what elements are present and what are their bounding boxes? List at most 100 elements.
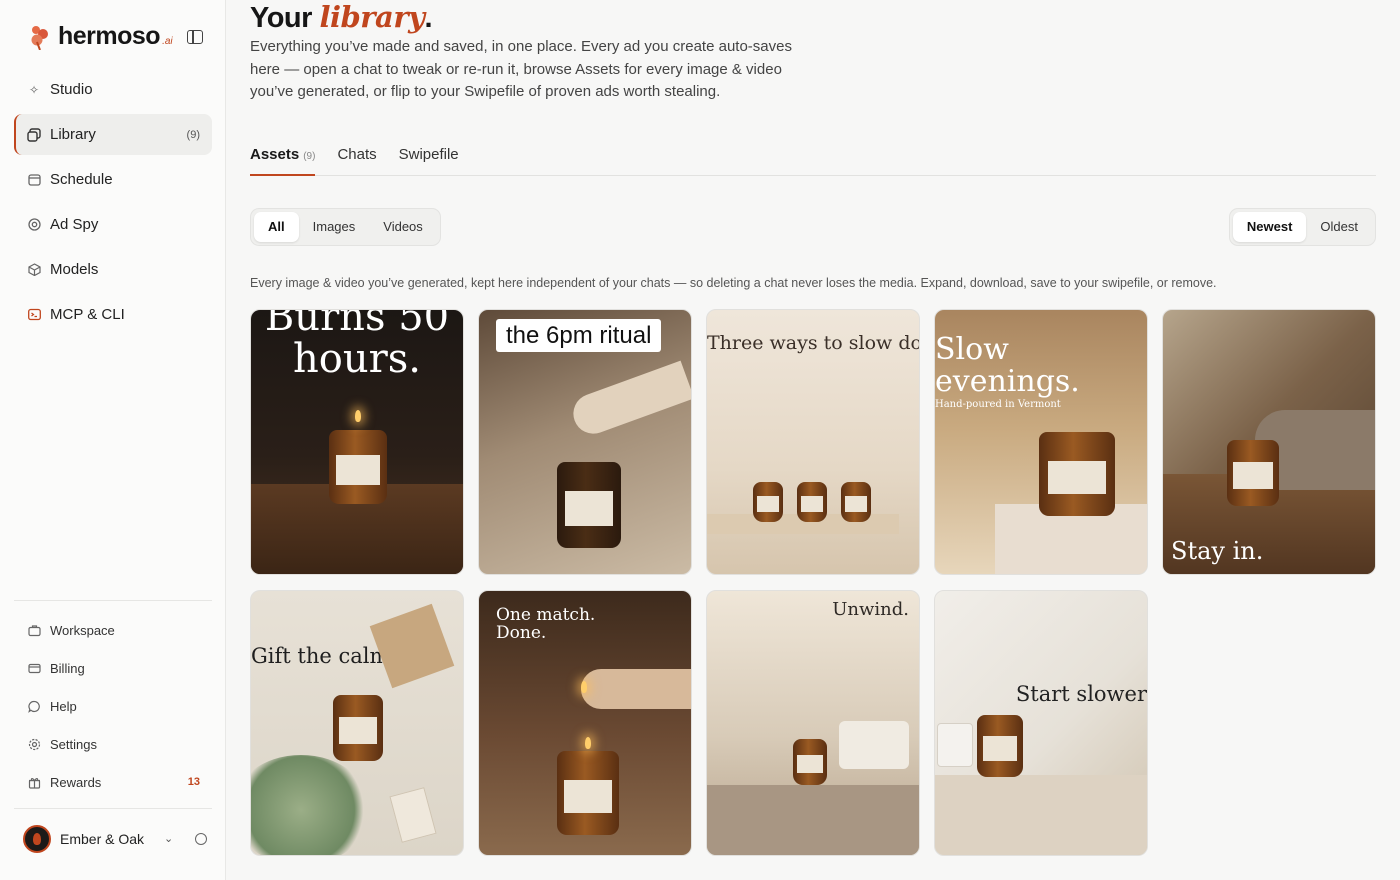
library-count-badge: (9) [186, 128, 200, 141]
asset-overlay-text: the 6pm ritual [496, 319, 662, 353]
candle-jar-icon [753, 482, 783, 522]
sidebar-toggle-icon[interactable] [187, 30, 203, 44]
main-nav: ✧ Studio Library (9) Schedule Ad Spy Mod… [14, 69, 212, 339]
nav-item-help[interactable]: Help [14, 687, 212, 725]
asset-card[interactable]: Burns 50 hours. [250, 309, 464, 575]
gift-icon [27, 775, 41, 789]
stone-ledge-shape [707, 785, 919, 855]
candle-jar-icon [977, 715, 1023, 777]
theme-toggle-icon[interactable] [195, 832, 208, 845]
nav-item-label: Schedule [50, 171, 113, 188]
filter-images-button[interactable]: Images [299, 212, 370, 242]
nav-item-label: Models [50, 261, 99, 278]
candle-jar-icon [793, 739, 827, 785]
chevron-down-icon[interactable]: ⌄ [164, 832, 173, 845]
filter-videos-button[interactable]: Videos [369, 212, 437, 242]
asset-overlay-text: Three ways to slow down [707, 332, 920, 354]
nav-item-label: Rewards [50, 774, 102, 790]
account-name: Ember & Oak [60, 830, 145, 847]
towels-shape [839, 721, 909, 769]
nav-item-models[interactable]: Models [14, 249, 212, 290]
title-prefix: Your [250, 2, 320, 34]
secondary-nav: Workspace Billing Help Settings Rewards [14, 611, 212, 801]
asset-card[interactable]: Stay in. [1162, 309, 1376, 575]
candle-jar-icon [797, 482, 827, 522]
title-suffix: . [424, 2, 433, 34]
candle-jar-icon [557, 751, 619, 835]
asset-card[interactable]: Slow evenings. Hand-poured in Vermont [934, 309, 1148, 575]
calendar-icon [27, 173, 41, 187]
tab-label: Assets [250, 146, 300, 163]
page-intro: Everything you’ve made and saved, in one… [250, 38, 792, 100]
target-icon [27, 218, 41, 232]
brand[interactable]: hermoso .ai [28, 22, 173, 51]
candle-jar-icon [841, 482, 871, 522]
asset-card[interactable]: the 6pm ritual [478, 309, 692, 575]
avatar [23, 824, 51, 853]
tab-label: Chats [337, 146, 377, 163]
nav-item-label: Studio [50, 81, 93, 98]
gear-icon [27, 737, 41, 751]
library-icon [27, 127, 41, 142]
tab-swipefile[interactable]: Swipefile [399, 146, 459, 176]
briefcase-icon [27, 623, 41, 637]
hand-shape [567, 360, 691, 440]
asset-overlay-text: Burns 50 hours. [264, 309, 450, 382]
nav-item-label: Library [50, 126, 96, 143]
asset-subline: Hand-poured in Vermont [935, 399, 1061, 410]
nav-item-label: Billing [50, 660, 85, 676]
table-surface [935, 775, 1147, 855]
rewards-count-badge: 13 [187, 776, 200, 788]
nav-item-billing[interactable]: Billing [14, 649, 212, 687]
sidebar-divider [14, 600, 212, 601]
type-filter: All Images Videos [250, 208, 441, 246]
credit-card-icon [27, 661, 41, 675]
page-title: Your library. [250, 0, 433, 35]
brand-name: hermoso [58, 22, 161, 50]
filter-all-button[interactable]: All [254, 212, 299, 242]
asset-card[interactable]: Gift the calm. [250, 590, 464, 856]
asset-card[interactable]: Unwind. [706, 590, 920, 856]
asset-overlay-text: One match. Done. [496, 605, 596, 643]
mug-shape [937, 723, 973, 767]
asset-overlay-text: Unwind. [832, 599, 909, 620]
brand-suffix: .ai [162, 36, 173, 47]
asset-overlay-text: Gift the calm. [251, 644, 397, 668]
sparkle-icon: ✧ [28, 82, 40, 97]
candle-jar-icon [333, 695, 383, 761]
account-switcher[interactable]: Ember & Oak ⌄ [14, 808, 212, 868]
asset-card[interactable]: Start slower [934, 590, 1148, 856]
matchbox-shape [389, 787, 437, 843]
asset-overlay-text: Start slower [1015, 682, 1147, 706]
nav-item-ad-spy[interactable]: Ad Spy [14, 204, 212, 245]
flame-icon [355, 410, 361, 422]
tab-assets[interactable]: Assets (9) [250, 146, 316, 176]
asset-card[interactable]: Three ways to slow down [706, 309, 920, 575]
nav-item-library[interactable]: Library (9) [14, 114, 212, 155]
sidebar: hermoso .ai ✧ Studio Library (9) Schedul… [0, 0, 226, 880]
eucalyptus-shape [251, 755, 371, 855]
tab-chats[interactable]: Chats [337, 146, 376, 176]
gift-box-shape [369, 603, 455, 689]
nav-item-studio[interactable]: ✧ Studio [14, 69, 212, 110]
candle-jar-icon [557, 462, 621, 548]
assets-hint: Every image & video you’ve generated, ke… [250, 276, 1217, 290]
nav-item-label: Help [50, 698, 77, 714]
nav-item-settings[interactable]: Settings [14, 725, 212, 763]
flame-icon [581, 681, 587, 693]
terminal-icon [27, 308, 41, 322]
asset-card[interactable]: One match. Done. [478, 590, 692, 856]
sort-newest-button[interactable]: Newest [1232, 212, 1307, 242]
asset-overlay-text: Stay in. [1171, 536, 1264, 565]
hand-shape [581, 669, 691, 709]
library-tabs: Assets (9) Chats Swipefile [250, 146, 1376, 176]
nav-item-workspace[interactable]: Workspace [14, 611, 212, 649]
nav-item-rewards[interactable]: Rewards 13 [14, 763, 212, 801]
nav-item-mcp-cli[interactable]: MCP & CLI [14, 294, 212, 335]
nav-item-label: MCP & CLI [50, 306, 125, 323]
tab-label: Swipefile [398, 146, 459, 163]
sort-oldest-button[interactable]: Oldest [1306, 212, 1372, 242]
nav-item-schedule[interactable]: Schedule [14, 159, 212, 200]
nav-item-label: Ad Spy [50, 216, 99, 233]
nav-item-label: Settings [50, 736, 97, 752]
